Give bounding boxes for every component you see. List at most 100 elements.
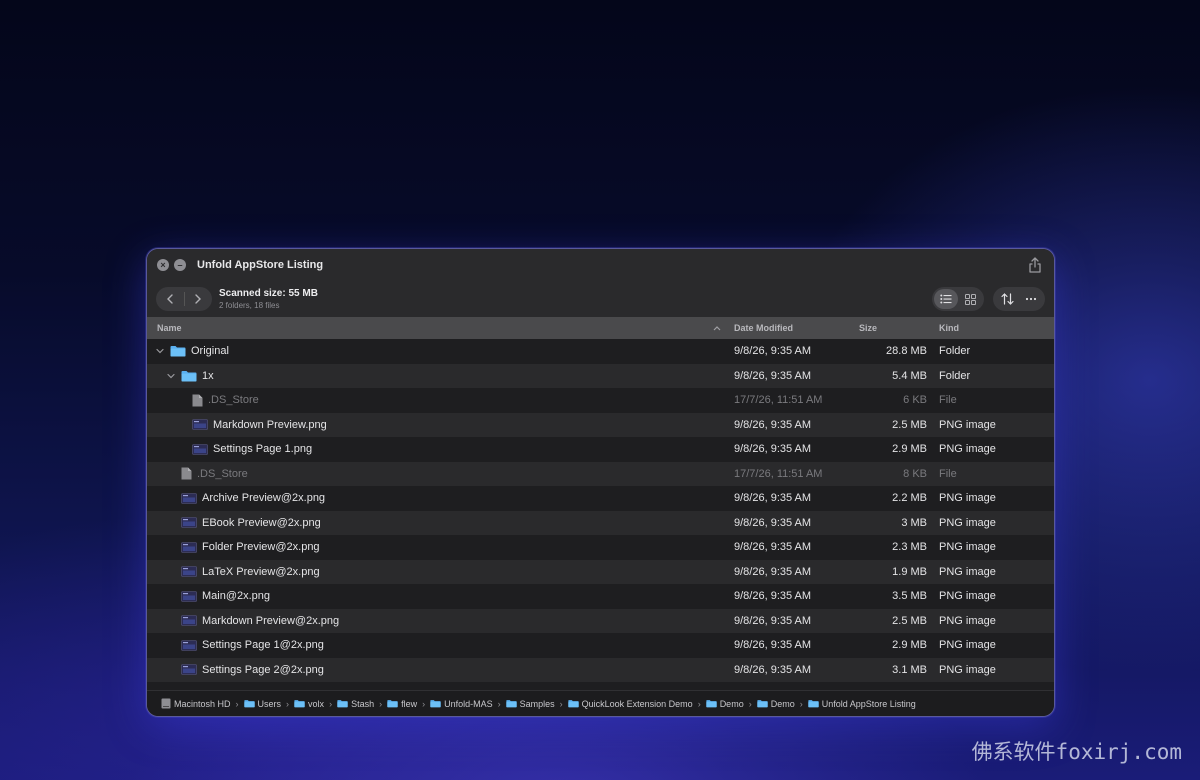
path-crumb-label: volx [308,698,325,709]
path-crumb[interactable]: Demo [757,699,795,709]
path-crumb[interactable]: volx [294,699,324,709]
actions-segment [993,287,1045,311]
table-row[interactable]: Settings Page 1@2x.png 9/8/26, 9:35 AM 2… [147,633,1054,658]
date-modified: 9/8/26, 9:35 AM [734,492,812,505]
nav-buttons [156,287,212,311]
date-modified: 9/8/26, 9:35 AM [734,516,812,529]
file-name: LaTeX Preview@2x.png [202,565,320,578]
table-row[interactable]: .DS_Store 17/7/26, 11:51 AM 6 KB File [147,388,1054,413]
file-size: 2.9 MB [892,639,927,652]
path-crumb[interactable]: Users [243,698,282,709]
share-icon[interactable] [1028,257,1042,273]
file-name: Folder Preview@2x.png [202,541,320,554]
back-button[interactable] [156,294,184,304]
title-bar: × – Unfold AppStore Listing [147,249,1054,281]
file-size: 28.8 MB [886,345,927,358]
table-row[interactable]: Markdown Preview@2x.png 9/8/26, 9:35 AM … [147,608,1054,633]
path-separator-icon: › [286,698,290,709]
close-button[interactable]: × [157,259,169,271]
column-header-size[interactable]: Size [859,323,877,333]
path-separator-icon: › [559,698,563,709]
table-row[interactable]: Markdown Preview.png 9/8/26, 9:35 AM 2.5… [147,412,1054,437]
file-name: Main@2x.png [202,590,271,603]
file-name: Original [191,345,229,358]
list-view-button[interactable] [934,289,958,309]
image-thumbnail-icon [181,590,197,602]
chevron-right-icon [195,294,202,304]
file-kind: PNG image [939,541,996,554]
path-crumb[interactable]: Macintosh HD [161,698,231,709]
document-icon [181,467,192,480]
table-header: Name Date Modified Size Kind [147,317,1054,339]
sort-button[interactable] [995,289,1019,309]
file-name: Markdown Preview@2x.png [202,614,340,627]
table-row[interactable]: 1x 9/8/26, 9:35 AM 5.4 MB Folder [147,363,1054,388]
row-name-cell: Markdown Preview.png [177,419,327,431]
path-crumb[interactable]: flew [387,699,417,709]
file-size: 2.5 MB [892,418,927,431]
file-kind: PNG image [939,418,996,431]
file-size: 2.3 MB [892,541,927,554]
file-name: Settings Page 2@2x.png [202,663,324,676]
date-modified: 17/7/26, 11:51 AM [734,467,823,480]
chevron-down-icon[interactable] [156,348,164,354]
path-crumb[interactable]: Unfold-MAS [430,699,493,709]
forward-button[interactable] [185,294,213,304]
folder-icon [170,346,186,357]
disclosure-toggle[interactable] [166,373,176,379]
folder-icon [505,700,517,708]
disk-icon [161,698,171,709]
file-name: Settings Page 1@2x.png [202,639,324,652]
date-modified: 9/8/26, 9:35 AM [734,639,812,652]
more-button[interactable] [1019,289,1043,309]
minimize-icon: – [177,260,183,270]
path-crumb-label: Demo [719,698,744,709]
toolbar: Scanned size: 55 MB 2 folders, 18 files [147,281,1054,317]
path-crumb[interactable]: QuickLook Extension Demo [567,699,693,709]
column-header-kind[interactable]: Kind [939,323,959,333]
path-separator-icon: › [379,698,383,709]
sort-ascending-icon[interactable] [713,325,721,331]
table-row[interactable]: .DS_Store 17/7/26, 11:51 AM 8 KB File [147,461,1054,486]
file-size: 2.2 MB [892,492,927,505]
folder-icon [808,700,819,708]
row-name-cell: EBook Preview@2x.png [166,517,321,529]
row-name-cell: Folder Preview@2x.png [166,541,320,553]
file-kind: PNG image [939,590,996,603]
path-bar: Macintosh HD › Users › volx › Stash › flew › Unfol… [147,690,1054,716]
date-modified: 9/8/26, 9:35 AM [734,418,812,431]
table-row[interactable]: Folder Preview@2x.png 9/8/26, 9:35 AM 2.… [147,535,1054,560]
row-name-cell: Main@2x.png [166,590,270,602]
table-row[interactable]: EBook Preview@2x.png 9/8/26, 9:35 AM 3 M… [147,510,1054,535]
path-crumb[interactable]: Samples [505,699,555,709]
image-thumbnail-icon [181,517,197,529]
table-row[interactable]: Settings Page 1.png 9/8/26, 9:35 AM 2.9 … [147,437,1054,462]
column-header-date[interactable]: Date Modified [734,323,793,333]
file-name: Settings Page 1.png [213,443,313,456]
minimize-button[interactable]: – [174,259,186,271]
path-crumb[interactable]: Demo [706,699,744,709]
grid-view-button[interactable] [958,289,982,309]
chevron-down-icon[interactable] [167,373,175,379]
file-size: 8 KB [903,467,927,480]
table-row[interactable]: Archive Preview@2x.png 9/8/26, 9:35 AM 2… [147,486,1054,511]
scanned-size: Scanned size: 55 MB [219,288,318,299]
file-name: .DS_Store [197,467,248,480]
table-row[interactable]: Original 9/8/26, 9:35 AM 28.8 MB Folder [147,339,1054,364]
row-name-cell: Settings Page 1.png [177,443,312,455]
date-modified: 9/8/26, 9:35 AM [734,590,812,603]
table-row[interactable]: Main@2x.png 9/8/26, 9:35 AM 3.5 MB PNG i… [147,584,1054,609]
table-row[interactable]: Settings Page 2@2x.png 9/8/26, 9:35 AM 3… [147,657,1054,682]
column-header-name[interactable]: Name [157,323,182,333]
path-crumb[interactable]: Stash [337,699,374,709]
table-row[interactable]: LaTeX Preview@2x.png 9/8/26, 9:35 AM 1.9… [147,559,1054,584]
date-modified: 9/8/26, 9:35 AM [734,663,812,676]
file-name: .DS_Store [208,394,259,407]
ellipsis-icon [1025,297,1037,301]
folder-icon [430,700,441,708]
file-name: 1x [202,369,214,382]
path-crumb[interactable]: Unfold AppStore Listing [808,699,916,709]
path-crumb-label: Users [257,698,282,709]
disclosure-toggle[interactable] [155,348,165,354]
date-modified: 17/7/26, 11:51 AM [734,394,823,407]
